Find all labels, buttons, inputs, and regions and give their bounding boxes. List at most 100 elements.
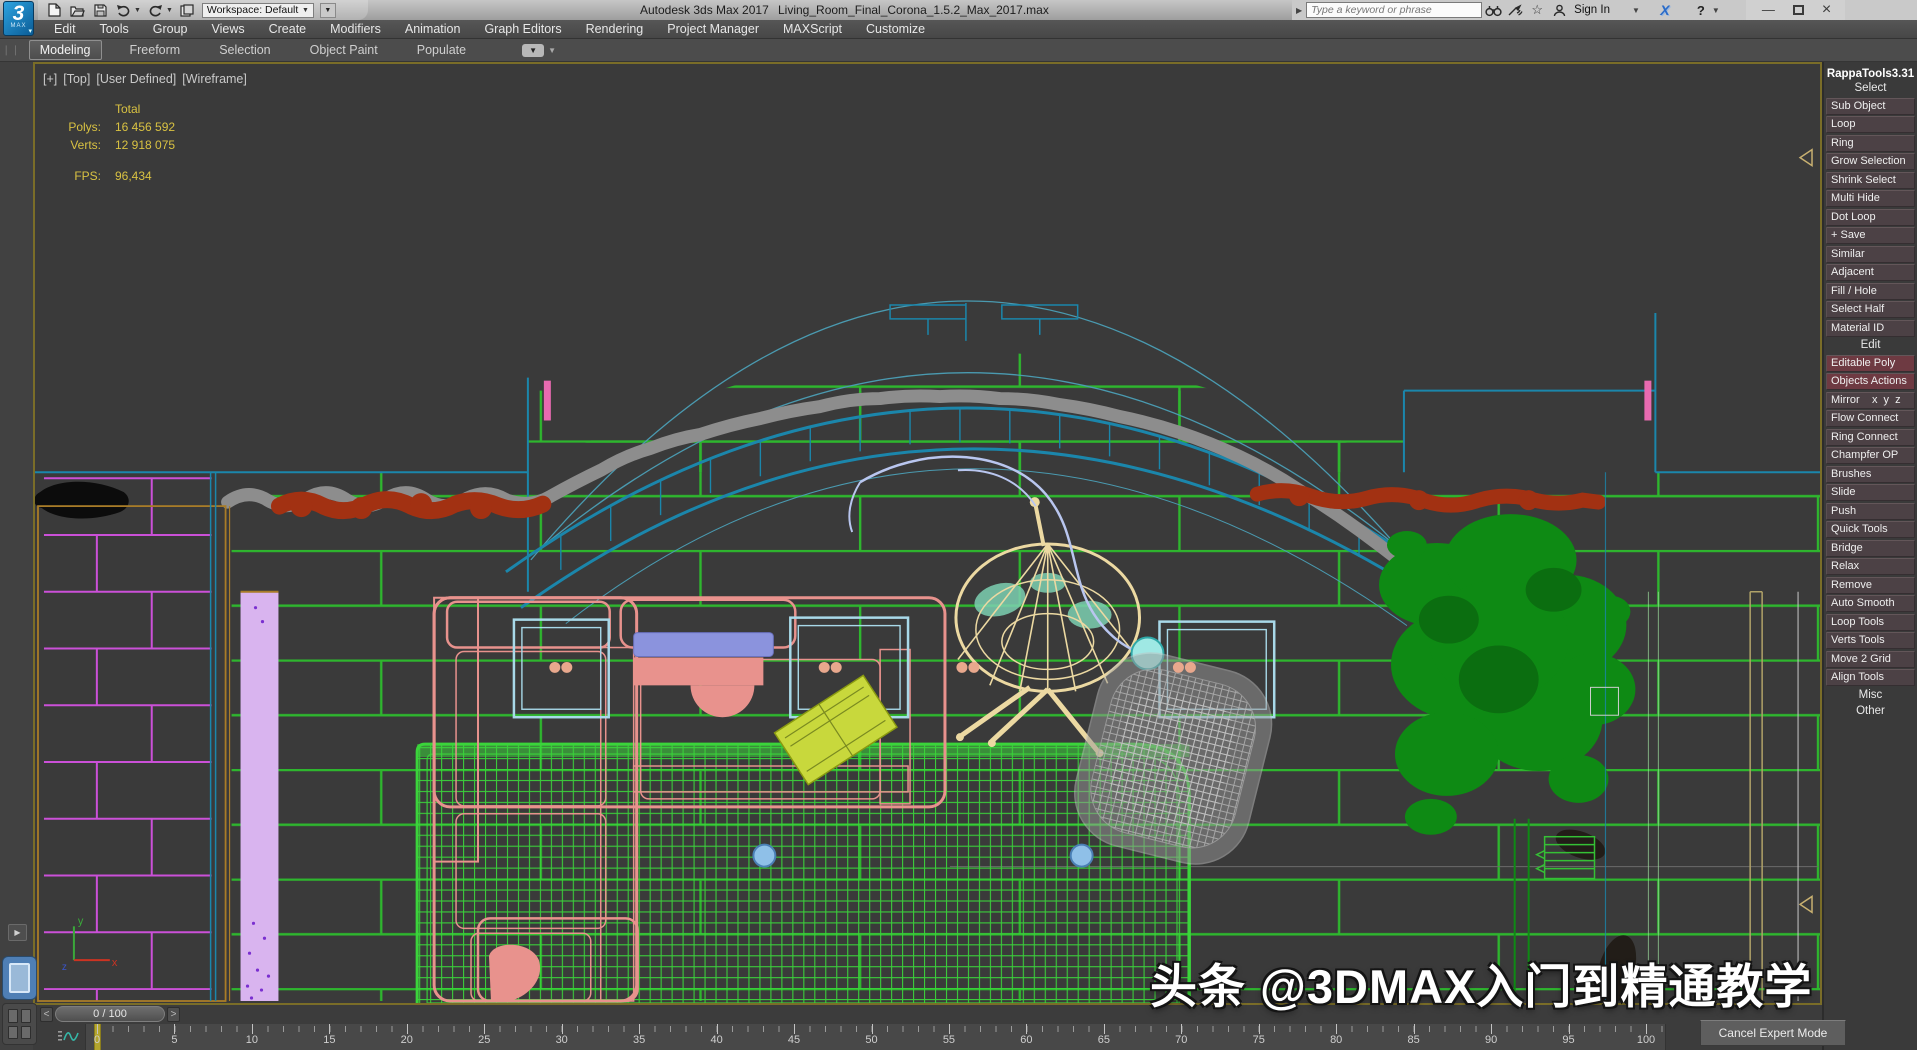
- rappatools-ring-connect[interactable]: Ring Connect: [1826, 429, 1915, 446]
- redo-icon[interactable]: [147, 3, 164, 18]
- rappatools-align-tools[interactable]: Align Tools: [1826, 669, 1915, 686]
- tab-object-paint[interactable]: Object Paint: [299, 40, 389, 60]
- undo-dropdown-caret[interactable]: ▼: [134, 7, 141, 14]
- mini-curve-editor-icon[interactable]: [57, 1029, 79, 1049]
- menu-customize[interactable]: Customize: [854, 20, 937, 39]
- application-menu-logo[interactable]: 3 MAX ▾: [3, 1, 34, 36]
- expand-panel-arrow-button[interactable]: ▶: [8, 924, 27, 941]
- menu-graph-editors[interactable]: Graph Editors: [472, 20, 573, 39]
- rappatools-ring[interactable]: Ring: [1826, 135, 1915, 152]
- timeline-ruler[interactable]: 0510152025303540455055606570758085909510…: [85, 1024, 1666, 1050]
- workspace-menu-button[interactable]: ▼: [320, 3, 336, 18]
- rappatools-auto-smooth[interactable]: Auto Smooth: [1826, 595, 1915, 612]
- new-scene-icon[interactable]: [46, 3, 63, 18]
- rolled-rug[interactable]: [241, 592, 279, 1001]
- infocenter-collapse-icon[interactable]: ▶: [1296, 6, 1302, 15]
- search-binoculars-icon[interactable]: [1482, 2, 1504, 18]
- stats-total-label: Total: [115, 102, 175, 116]
- favorites-star-icon[interactable]: ☆: [1526, 2, 1548, 18]
- rappatools-brushes[interactable]: Brushes: [1826, 466, 1915, 483]
- rappatools-objects-actions[interactable]: Objects Actions: [1826, 373, 1915, 390]
- viewport-label-top[interactable]: [Top]: [63, 72, 90, 86]
- rappatools-bridge[interactable]: Bridge: [1826, 540, 1915, 557]
- rappatools-flow-connect[interactable]: Flow Connect: [1826, 410, 1915, 427]
- rappatools-multi-hide[interactable]: Multi Hide: [1826, 190, 1915, 207]
- rappatools-material-id[interactable]: Material ID: [1826, 320, 1915, 337]
- workspace-dropdown[interactable]: Workspace: Default ▼: [202, 3, 314, 18]
- rappatools-loop-tools[interactable]: Loop Tools: [1826, 614, 1915, 631]
- next-frame-button[interactable]: >: [167, 1007, 180, 1022]
- rappatools-relax[interactable]: Relax: [1826, 558, 1915, 575]
- rappatools-champfer-op[interactable]: Champfer OP: [1826, 447, 1915, 464]
- close-button[interactable]: ×: [1822, 0, 1831, 20]
- save-file-icon[interactable]: [92, 3, 109, 18]
- cancel-expert-mode-button[interactable]: Cancel Expert Mode: [1700, 1020, 1846, 1046]
- tab-selection[interactable]: Selection: [208, 40, 281, 60]
- menu-project-manager[interactable]: Project Manager: [655, 20, 771, 39]
- rappatools-loop[interactable]: Loop: [1826, 116, 1915, 133]
- floor-spot[interactable]: [1071, 845, 1093, 867]
- floor-spot[interactable]: [753, 845, 775, 867]
- tab-modeling[interactable]: Modeling: [29, 40, 102, 60]
- ribbon-minimize-icon[interactable]: ▼: [522, 44, 544, 57]
- rappatools-dot-loop[interactable]: Dot Loop: [1826, 209, 1915, 226]
- ruler-label-80: 80: [1330, 1034, 1342, 1046]
- menu-modifiers[interactable]: Modifiers: [318, 20, 393, 39]
- ruler-major-tick: [1491, 1024, 1492, 1034]
- menu-views[interactable]: Views: [199, 20, 256, 39]
- sign-in-person-icon[interactable]: [1548, 2, 1570, 18]
- undo-icon[interactable]: [115, 3, 132, 18]
- infocenter-search-input[interactable]: [1306, 2, 1482, 18]
- viewport-layout-quad-tab[interactable]: [2, 1003, 37, 1045]
- tab-freeform[interactable]: Freeform: [119, 40, 192, 60]
- previous-frame-button[interactable]: <: [40, 1007, 53, 1022]
- tab-populate[interactable]: Populate: [406, 40, 477, 60]
- rappatools-push[interactable]: Push: [1826, 503, 1915, 520]
- rappatools-fill-hole[interactable]: Fill / Hole: [1826, 283, 1915, 300]
- communication-center-icon[interactable]: [1504, 2, 1526, 18]
- restore-button[interactable]: [1793, 5, 1804, 15]
- viewport-label-[interactable]: [+]: [43, 72, 57, 86]
- rappatools-save[interactable]: + Save: [1826, 227, 1915, 244]
- minimize-button[interactable]: —: [1762, 0, 1775, 20]
- redo-dropdown-caret[interactable]: ▼: [166, 7, 173, 14]
- menu-edit[interactable]: Edit: [42, 20, 88, 39]
- open-file-icon[interactable]: [69, 3, 86, 18]
- sign-in-label[interactable]: Sign In: [1574, 4, 1610, 16]
- rappatools-mirror-x-y-z[interactable]: Mirror x y z: [1826, 392, 1915, 409]
- ribbon-minimize-caret[interactable]: ▼: [548, 46, 556, 55]
- rappatools-select-half[interactable]: Select Half: [1826, 301, 1915, 318]
- toolbar-drag-handle-icon[interactable]: ❘❘: [2, 45, 21, 56]
- menu-group[interactable]: Group: [141, 20, 200, 39]
- rappatools-move-2-grid[interactable]: Move 2 Grid: [1826, 651, 1915, 668]
- rappatools-adjacent[interactable]: Adjacent: [1826, 264, 1915, 281]
- project-folder-icon[interactable]: [179, 3, 196, 18]
- rappatools-slide[interactable]: Slide: [1826, 484, 1915, 501]
- stats-verts-value: 12 918 075: [115, 138, 175, 152]
- help-dropdown-caret[interactable]: ▼: [1712, 6, 1720, 15]
- viewport-label: [+] [Top] [User Defined] [Wireframe]: [43, 72, 247, 86]
- rappatools-similar[interactable]: Similar: [1826, 246, 1915, 263]
- menu-create[interactable]: Create: [257, 20, 319, 39]
- time-slider[interactable]: 0 / 100: [55, 1006, 165, 1022]
- menu-animation[interactable]: Animation: [393, 20, 473, 39]
- rappatools-sub-object[interactable]: Sub Object: [1826, 98, 1915, 115]
- viewport-top[interactable]: y x z [+][Top][User Defined][Wireframe] …: [33, 62, 1822, 1005]
- rappatools-quick-tools[interactable]: Quick Tools: [1826, 521, 1915, 538]
- rappatools-grow-selection[interactable]: Grow Selection: [1826, 153, 1915, 170]
- exchange-apps-icon[interactable]: X: [1654, 2, 1676, 18]
- rappatools-verts-tools[interactable]: Verts Tools: [1826, 632, 1915, 649]
- menu-maxscript[interactable]: MAXScript: [771, 20, 854, 39]
- viewport-label-user-defined[interactable]: [User Defined]: [96, 72, 176, 86]
- viewport-canvas[interactable]: y x z: [35, 64, 1820, 1003]
- help-icon[interactable]: ?: [1690, 2, 1712, 18]
- rappatools-remove[interactable]: Remove: [1826, 577, 1915, 594]
- rappatools-shrink-select[interactable]: Shrink Select: [1826, 172, 1915, 189]
- menu-rendering[interactable]: Rendering: [574, 20, 656, 39]
- viewport-layout-single-tab[interactable]: [2, 956, 37, 1000]
- sign-in-dropdown-caret[interactable]: ▼: [1632, 6, 1640, 15]
- menu-tools[interactable]: Tools: [88, 20, 141, 39]
- track-bar: 0510152025303540455055606570758085909510…: [33, 1024, 1822, 1050]
- viewport-label-wireframe[interactable]: [Wireframe]: [182, 72, 247, 86]
- rappatools-editable-poly[interactable]: Editable Poly: [1826, 355, 1915, 372]
